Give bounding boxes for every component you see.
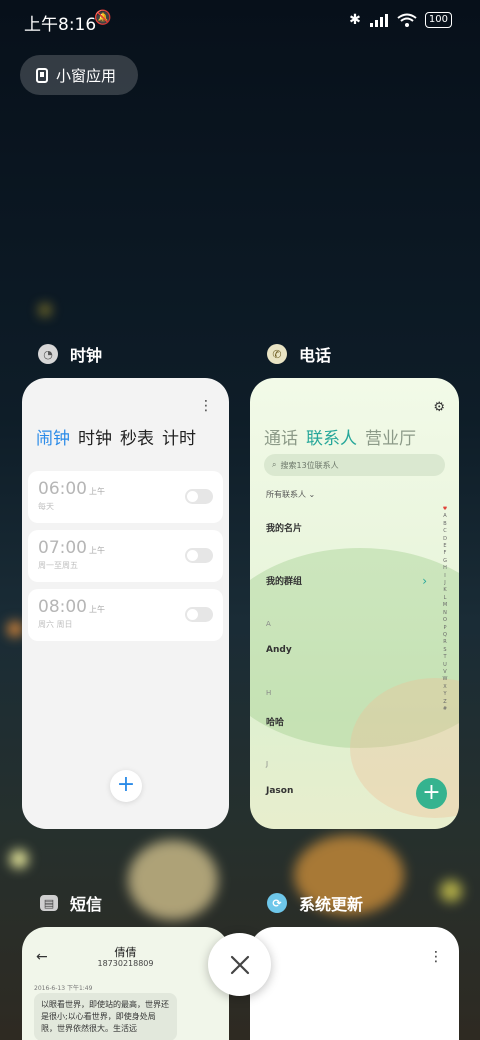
sms-contact-number: 18730218809 [97,959,154,968]
chevron-right-icon: › [422,574,427,588]
alarm-item[interactable]: 06:00 上午 每天 [28,471,223,523]
sms-app-name: 短信 [70,895,103,914]
phone-app-card[interactable]: ⚙ 通话 联系人 营业厅 ⌕ 搜索13位联系人 所有联系人 ⌄ 我的名片 我的群… [250,378,459,829]
phone-tabs: 通话 联系人 营业厅 [264,424,416,449]
alarm-repeat: 每天 [38,502,54,511]
clock-app-icon: ◔ [38,344,58,364]
tab-alarm[interactable]: 闹钟 [36,424,70,449]
battery-indicator: 100 [424,12,452,28]
tab-service-hall[interactable]: 营业厅 [365,424,416,449]
tab-clock[interactable]: 时钟 [78,424,112,449]
small-window-icon [36,67,48,83]
alarm-toggle[interactable] [185,607,213,622]
alarm-time: 08:00 上午 [38,597,105,617]
background-firefly [440,880,462,902]
tab-calls[interactable]: 通话 [264,424,298,449]
add-alarm-button[interactable]: + [110,770,142,802]
tab-contacts[interactable]: 联系人 [306,424,357,449]
alarm-toggle[interactable] [185,489,213,504]
tab-stopwatch[interactable]: 秒表 [120,424,154,449]
system-update-icon: ⟳ [267,893,287,913]
background-character [128,840,218,920]
background-firefly [40,305,50,315]
close-icon [230,955,249,974]
contact-item[interactable]: 哈哈 [266,715,284,728]
update-app-name: 系统更新 [299,895,364,914]
status-icons: ✱ 100 [349,12,452,28]
status-time: 上午8:16 [24,15,97,35]
search-icon: ⌕ [272,460,277,469]
section-letter: A [266,620,271,628]
alarm-repeat: 周六 周日 [38,620,73,629]
my-groups-item[interactable]: 我的群组 [266,574,302,587]
contact-search-placeholder: 搜索13位联系人 [280,460,339,470]
sms-app-card[interactable]: ← 倩倩 18730218809 2016-6-13 下午1:49 以眼看世界，… [22,927,229,1040]
mute-icon: 🔕 [94,10,112,26]
clear-all-button[interactable] [208,933,271,996]
sms-timestamp: 2016-6-13 下午1:49 [34,985,93,992]
alarm-toggle[interactable] [185,548,213,563]
phone-app-icon: ✆ [267,344,287,364]
background-firefly [8,622,22,636]
small-window-apps-button[interactable]: 小窗应用 [20,55,138,95]
my-card-item[interactable]: 我的名片 [266,521,302,534]
sms-app-header[interactable]: ▤ 短信 [40,891,102,915]
phone-app-header[interactable]: ✆ 电话 [267,342,331,366]
section-letter: H [266,689,272,697]
contact-search-input[interactable]: ⌕ 搜索13位联系人 [264,454,445,476]
small-window-label: 小窗应用 [56,66,117,85]
update-app-header[interactable]: ⟳ 系统更新 [267,891,363,915]
clock-tabs: 闹钟 时钟 秒表 计时 [36,424,196,449]
more-options-icon[interactable]: ⋮ [429,949,443,965]
section-letter: J [266,760,269,768]
signal-icon [369,14,388,27]
settings-gear-icon[interactable]: ⚙ [433,400,445,415]
clock-app-name: 时钟 [70,346,103,365]
tab-timer[interactable]: 计时 [162,424,196,449]
message-app-icon: ▤ [40,895,58,911]
alarm-repeat: 周一至周五 [38,561,78,570]
contact-item[interactable]: Jason [266,786,293,796]
more-options-icon[interactable]: ⋮ [199,398,213,414]
sms-message-bubble: 以眼看世界，即使站的最高，世界还是很小;以心看世界，即使身处局限，世界依然很大。… [34,993,177,1040]
wifi-icon [397,13,417,27]
bluetooth-icon: ✱ [349,12,361,28]
sms-contact-name: 倩倩 [114,946,137,959]
alarm-time: 06:00 上午 [38,479,105,499]
alarm-item[interactable]: 07:00 上午 周一至周五 [28,530,223,582]
all-contacts-filter[interactable]: 所有联系人 ⌄ [266,489,315,500]
system-update-card[interactable]: ⋮ [250,927,459,1040]
alarm-time: 07:00 上午 [38,538,105,558]
background-firefly [10,850,28,868]
status-bar: 上午8:16 🔕 ✱ 100 [0,0,480,40]
alarm-item[interactable]: 08:00 上午 周六 周日 [28,589,223,641]
clock-app-card[interactable]: ⋮ 闹钟 时钟 秒表 计时 06:00 上午 每天 07:00 上午 周一至周五 0… [22,378,229,829]
clock-app-header[interactable]: ◔ 时钟 [38,342,102,366]
add-contact-button[interactable]: + [416,778,447,809]
alphabet-index[interactable]: ♥ ABC DEF GHI JKL MNO PQR STU VWX Y Z # [441,506,449,713]
phone-app-name: 电话 [299,346,332,365]
contact-item[interactable]: Andy [266,645,292,655]
